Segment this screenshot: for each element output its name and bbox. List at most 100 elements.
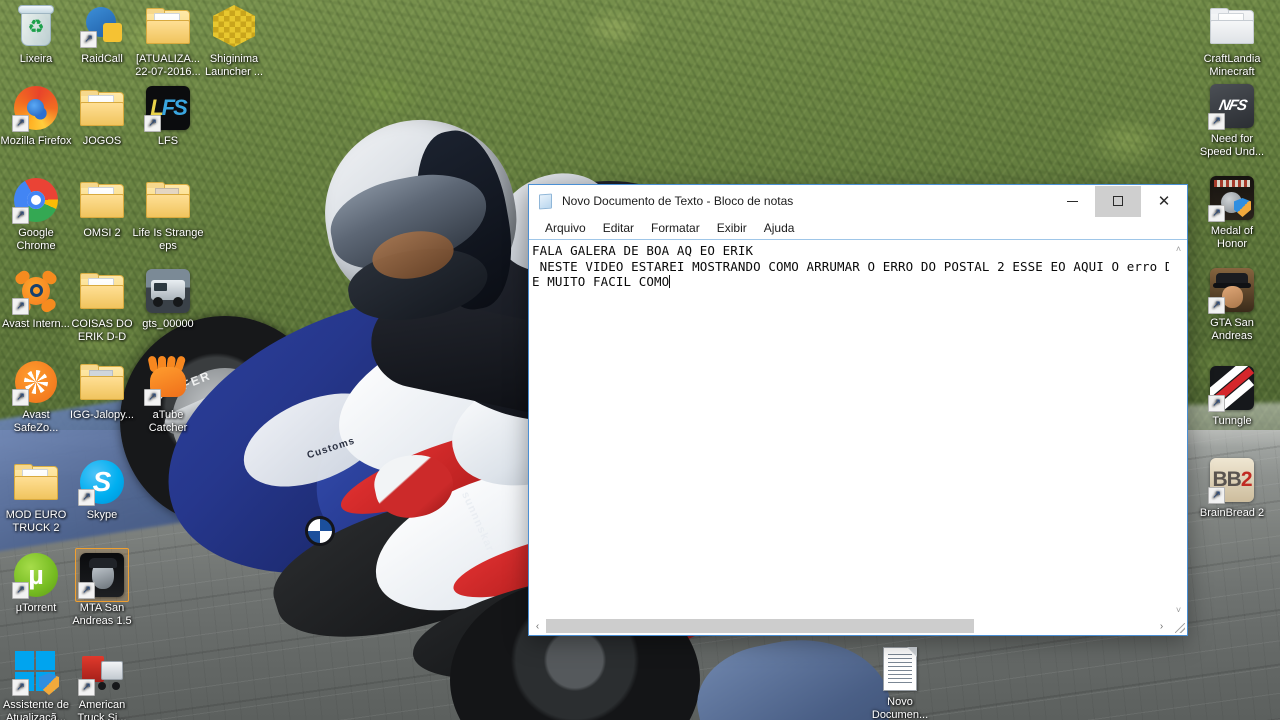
icon-label: Avast Intern... [2,318,70,330]
truck-photo-icon [144,267,192,315]
icon-label: Mozilla Firefox [0,135,72,147]
desktop-icon-life-is-strange[interactable]: Life Is Strange eps [132,176,204,252]
lfs-icon: LFS [144,84,192,132]
folder-icon [1208,2,1256,50]
windows-update-icon [12,648,60,696]
icon-label: Avast SafeZo... [13,409,59,434]
maximize-button[interactable] [1095,185,1141,217]
notepad-text-row: FALA GALERA DE BOA AQ EO ERIK NESTE VIDE… [529,240,1187,618]
utorrent-icon: µ [12,551,60,599]
desktop-icon-novo-documento[interactable]: Novo Documen... [864,645,936,720]
icon-label: Medal of Honor [1210,225,1254,250]
icon-label: Life Is Strange eps [132,227,204,252]
desktop-icon-raidcall[interactable]: RaidCall [66,2,138,66]
icon-label: Assistente de Atualizaçã... [2,699,70,720]
icon-label: OMSI 2 [83,227,121,239]
minimize-icon [1066,200,1078,202]
folder-icon [78,176,126,224]
recycle-bin-icon: ♻ [12,2,60,50]
desktop-icon-gts-00000[interactable]: gts_00000 [132,267,204,331]
minimize-button[interactable] [1049,186,1095,217]
text-line: FALA GALERA DE BOA AQ EO ERIK [532,243,754,258]
desktop-icon-tunngle[interactable]: Tunngle [1196,364,1268,428]
close-button[interactable]: ✕ [1141,186,1187,217]
desktop-icon-lixeira[interactable]: ♻ Lixeira [0,2,72,66]
window-title: Novo Documento de Texto - Bloco de notas [562,194,794,208]
desktop-icon-chrome[interactable]: Google Chrome [0,176,72,252]
desktop-icon-jogos[interactable]: JOGOS [66,84,138,148]
text-line-with-caret: E MUITO FACIL COMO [532,274,1167,290]
desktop-icon-firefox[interactable]: Mozilla Firefox [0,84,72,148]
menu-item-arquivo[interactable]: Arquivo [537,219,594,238]
desktop-icon-need-for-speed[interactable]: NFS Need for Speed Und... [1196,82,1268,158]
horizontal-scroll-track[interactable] [546,618,1153,635]
icon-label: MTA San Andreas 1.5 [72,602,132,627]
desktop-icon-assistente-atualizacao[interactable]: Assistente de Atualizaçã... [0,648,72,720]
icon-label: IGG-Jalopy... [70,409,134,421]
resize-grip[interactable] [1170,618,1187,635]
desktop-icon-craftlandia-minecraft[interactable]: CraftLandia Minecraft [1196,2,1268,78]
vertical-scrollbar[interactable]: ˄ ˅ [1169,240,1187,618]
scroll-right-icon[interactable]: › [1153,618,1170,635]
desktop-icon-medal-of-honor[interactable]: Medal of Honor [1196,174,1268,250]
icon-label: COISAS DO ERIK D-D [71,318,133,343]
avast-safezone-icon [12,358,60,406]
text-document-icon [876,645,924,693]
icon-label: Shiginima Launcher ... [204,53,264,78]
text-caret [669,275,671,288]
scroll-left-icon[interactable]: ‹ [529,618,546,635]
desktop-icon-brainbread-2[interactable]: BB2 BrainBread 2 [1196,456,1268,520]
desktop-icon-avast-internet-security[interactable]: Avast Intern... [0,267,72,331]
icon-label: Tunngle [1212,415,1252,427]
text-line: NESTE VIDEO ESTAREI MOSTRANDO COMO ARRUM… [532,258,1169,274]
desktop-icon-atualiza[interactable]: [ATUALIZA... 22-07-2016... [132,2,204,78]
desktop-icon-american-truck-simulator[interactable]: American Truck Si... [66,648,138,720]
folder-icon [144,2,192,50]
notepad-title-bar[interactable]: Novo Documento de Texto - Bloco de notas… [529,185,1187,217]
notepad-icon [538,193,555,210]
icon-label: American Truck Si... [77,699,127,720]
desktop-icon-mta-san-andreas[interactable]: MTA San Andreas 1.5 [66,548,138,627]
desktop-icon-omsi2[interactable]: OMSI 2 [66,176,138,240]
desktop-icon-mod-euro-truck-2[interactable]: MOD EURO TRUCK 2 [0,458,72,534]
menu-item-ajuda[interactable]: Ajuda [756,219,803,238]
desktop-icon-coisas-do-erik[interactable]: COISAS DO ERIK D-D [66,267,138,343]
desktop-icon-igg-jalopy[interactable]: IGG-Jalopy... [66,358,138,422]
icon-label: µTorrent [15,602,57,614]
folder-icon [78,267,126,315]
notepad-menu-bar[interactable]: Arquivo Editar Formatar Exibir Ajuda [529,217,1187,239]
avast-icon [12,267,60,315]
brainbread2-icon: BB2 [1208,456,1256,504]
horizontal-scroll-thumb[interactable] [546,619,974,633]
desktop-icon-atube-catcher[interactable]: aTube Catcher [132,355,204,434]
mta-san-andreas-icon [75,548,129,602]
shiginima-icon [210,2,258,50]
icon-label: CraftLandia Minecraft [1203,53,1261,78]
icon-label: Google Chrome [16,227,56,252]
firefox-icon [12,84,60,132]
horizontal-scrollbar[interactable]: ‹ › [529,618,1187,635]
desktop-icon-lfs[interactable]: LFS LFS [132,84,204,148]
tunngle-icon [1208,364,1256,412]
menu-item-formatar[interactable]: Formatar [643,219,708,238]
scroll-down-icon[interactable]: ˅ [1170,601,1187,618]
notepad-text-area[interactable]: FALA GALERA DE BOA AQ EO ERIK NESTE VIDE… [529,240,1169,618]
menu-item-editar[interactable]: Editar [595,219,642,238]
notepad-body: FALA GALERA DE BOA AQ EO ERIK NESTE VIDE… [529,239,1187,635]
desktop-icon-gta-san-andreas[interactable]: GTA San Andreas [1196,266,1268,342]
desktop-icon-utorrent[interactable]: µ µTorrent [0,551,72,615]
scroll-up-icon[interactable]: ˄ [1170,240,1187,257]
notepad-window[interactable]: Novo Documento de Texto - Bloco de notas… [528,184,1188,636]
close-icon: ✕ [1157,192,1171,210]
raidcall-icon [78,2,126,50]
desktop[interactable]: GALFER Customs sunnnskar ♻ Lixeira RaidC… [0,0,1280,720]
menu-item-exibir[interactable]: Exibir [709,219,755,238]
desktop-icon-shiginima[interactable]: Shiginima Launcher ... [198,2,270,78]
folder-icon [12,458,60,506]
icon-label: BrainBread 2 [1199,507,1265,519]
icon-label: LFS [157,135,179,147]
icon-label: GTA San Andreas [1210,317,1254,342]
desktop-icon-avast-safezone[interactable]: Avast SafeZo... [0,358,72,434]
desktop-icon-skype[interactable]: S Skype [66,458,138,522]
bmw-roundel-1 [305,516,335,546]
